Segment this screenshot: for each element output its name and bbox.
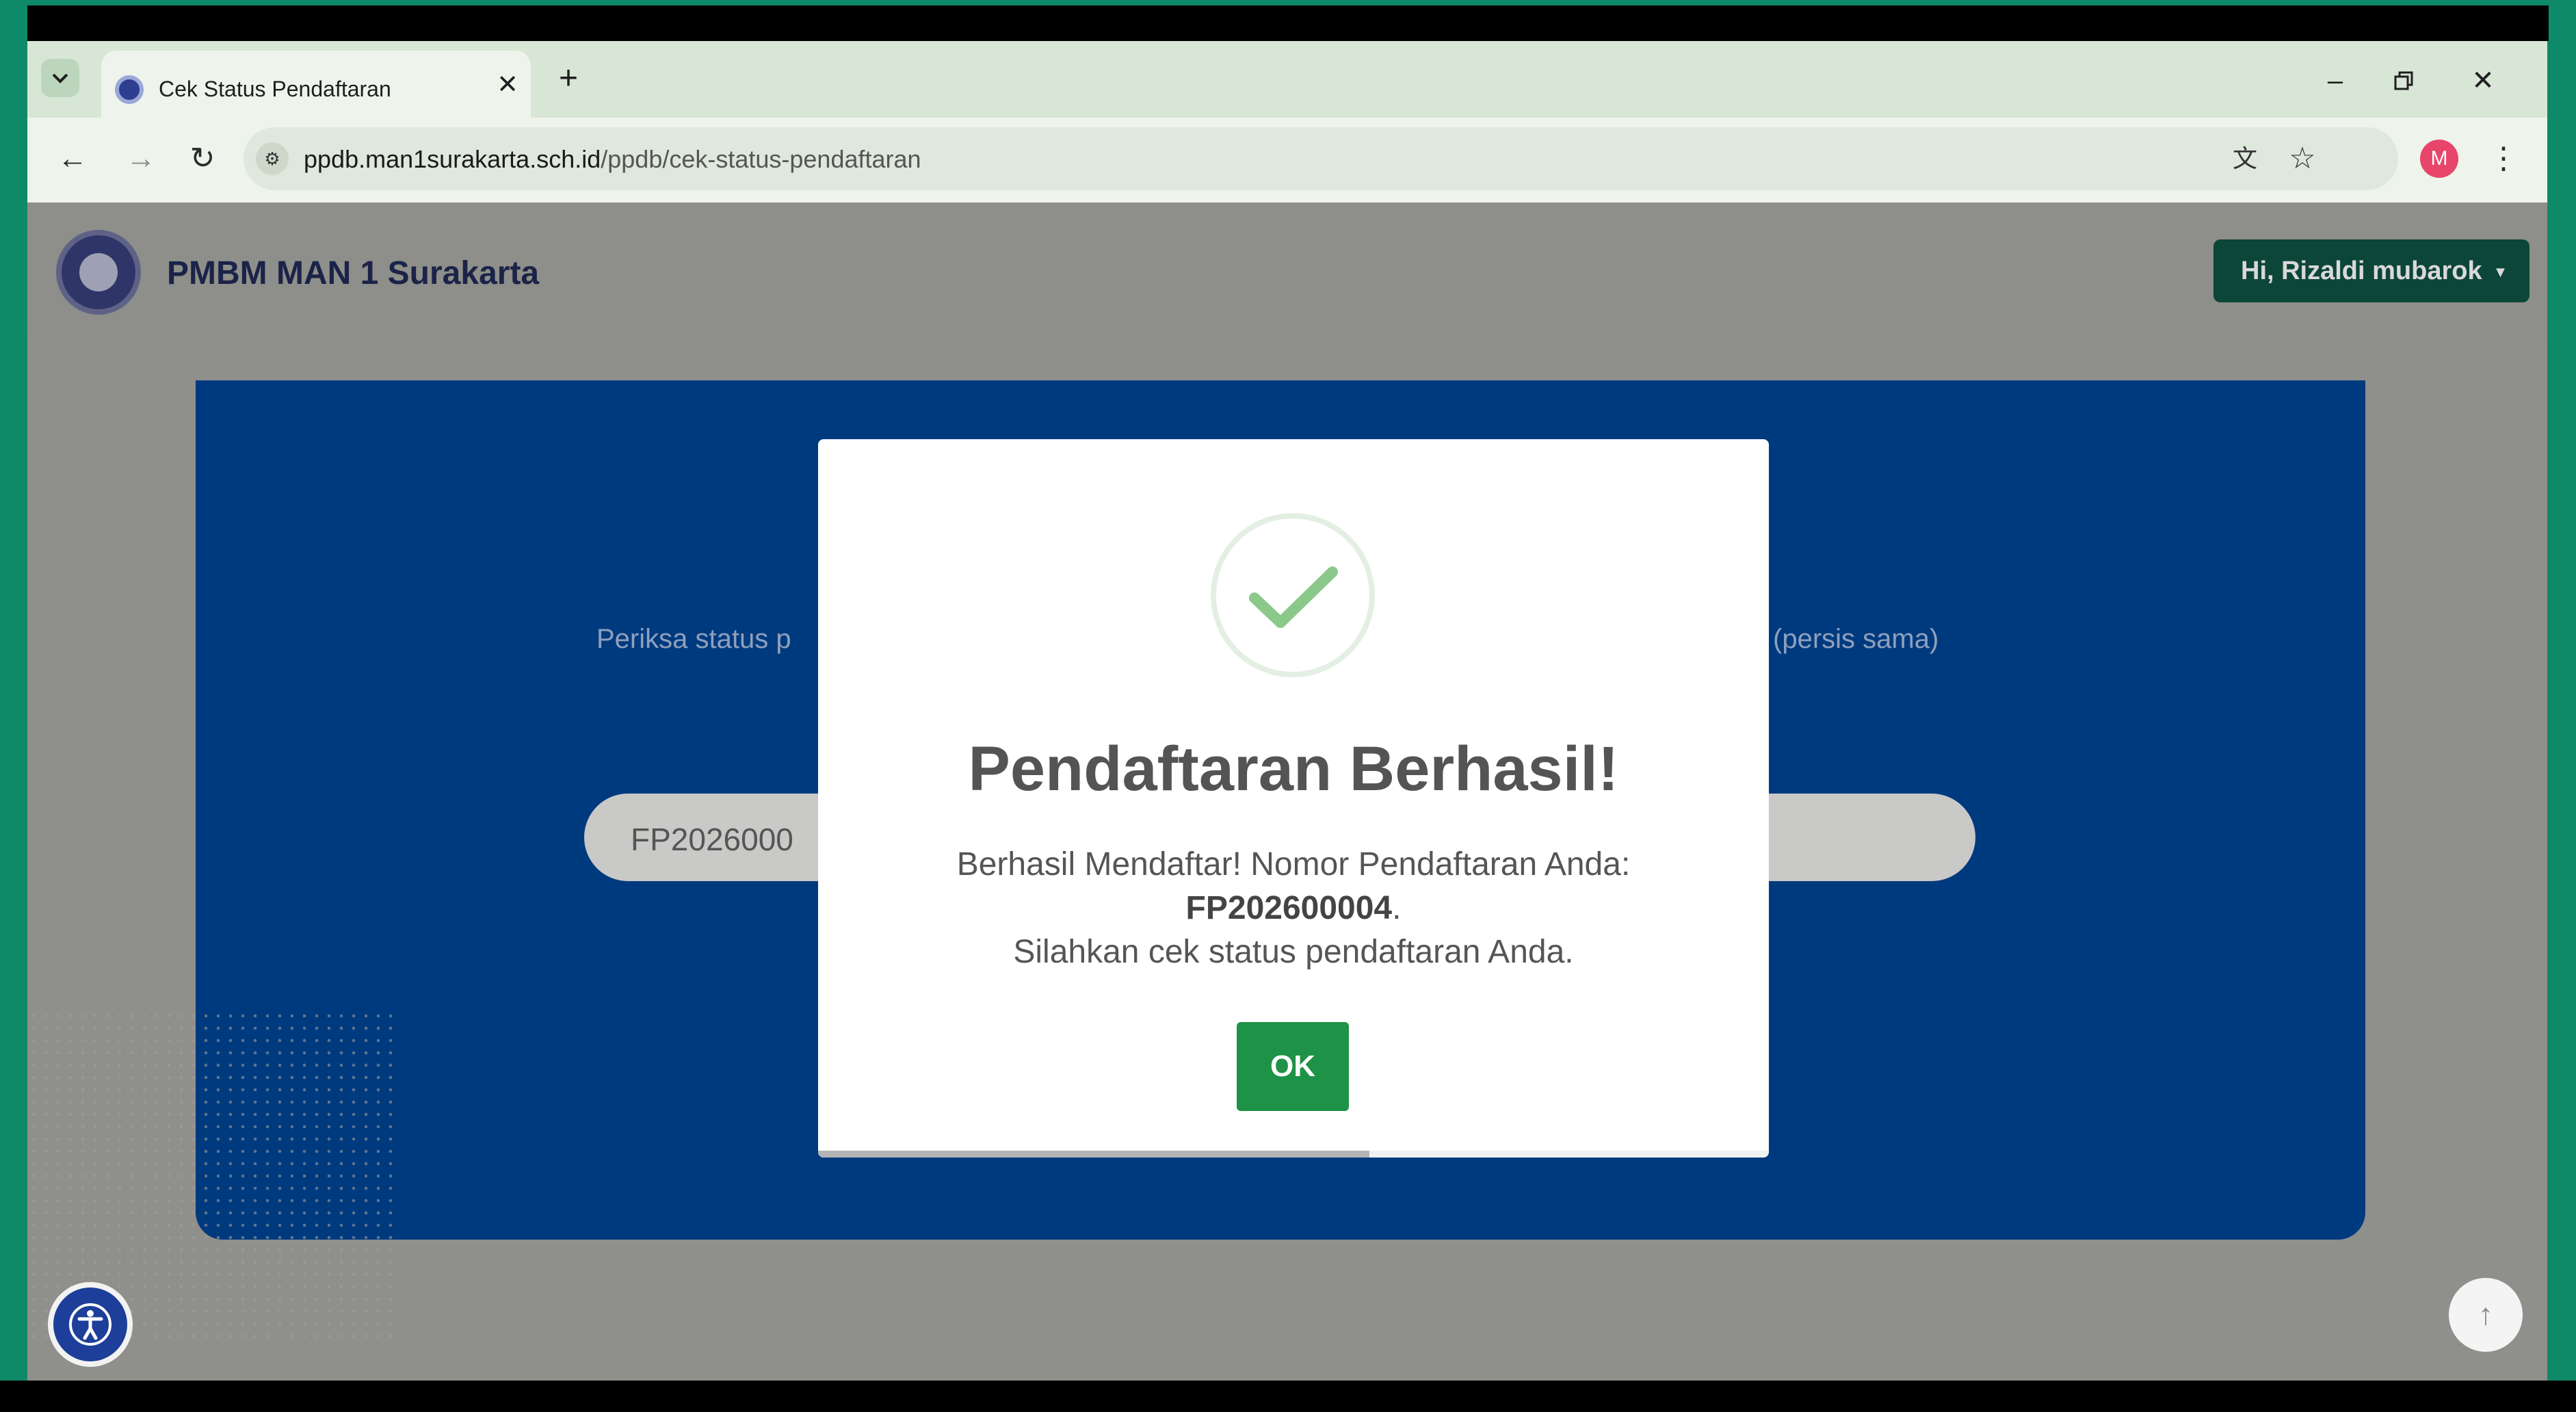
check-icon xyxy=(1249,566,1338,628)
success-dialog: Pendaftaran Berhasil! Berhasil Mendaftar… xyxy=(818,439,1769,1158)
timer-progress-bar xyxy=(818,1151,1370,1158)
arrow-left-icon[interactable]: ← xyxy=(52,138,93,179)
scroll-top-button[interactable]: ↑ xyxy=(2449,1278,2523,1352)
tab-strip: Cek Status Pendaftaran ✕ + – ✕ xyxy=(27,41,2547,118)
school-emblem-icon xyxy=(115,75,144,104)
registration-number: FP202600004 xyxy=(1185,890,1393,926)
plus-icon[interactable]: + xyxy=(551,62,586,96)
panel-description-tail: (persis sama) xyxy=(1773,624,1939,654)
site-navbar: PMBM MAN 1 Surakarta Hi, Rizaldi mubarok… xyxy=(27,202,2547,339)
dialog-message: Berhasil Mendaftar! Nomor Pendaftaran An… xyxy=(956,846,1631,970)
ok-button[interactable]: OK xyxy=(1237,1022,1349,1111)
tab-search-button[interactable] xyxy=(41,59,79,97)
tab-active[interactable]: Cek Status Pendaftaran ✕ xyxy=(101,51,531,118)
tune-icon[interactable]: ⚙ xyxy=(256,142,289,175)
dialog-title: Pendaftaran Berhasil! xyxy=(968,734,1619,804)
frame-right xyxy=(2547,41,2576,1381)
url-text[interactable]: ppdb.man1surakarta.sch.id/ppdb/cek-statu… xyxy=(304,145,921,174)
accessibility-icon xyxy=(69,1303,111,1346)
kebab-icon[interactable]: ⋮ xyxy=(2488,138,2519,179)
translate-icon[interactable]: 文 xyxy=(2226,140,2264,178)
restore-icon[interactable] xyxy=(2383,60,2424,101)
bottom-frame xyxy=(0,1381,2576,1412)
auto-close-timer xyxy=(818,1151,1769,1158)
arrow-up-icon: ↑ xyxy=(2478,1298,2493,1331)
address-bar[interactable]: ⚙ ppdb.man1surakarta.sch.id/ppdb/cek-sta… xyxy=(244,127,2398,190)
chevron-down-icon xyxy=(52,73,68,83)
accessibility-button[interactable] xyxy=(48,1282,133,1367)
close-window-icon[interactable]: ✕ xyxy=(2462,60,2503,101)
school-logo[interactable] xyxy=(56,230,141,315)
profile-avatar[interactable]: M xyxy=(2420,140,2458,178)
tab-title: Cek Status Pendaftaran xyxy=(159,77,391,101)
frame-left xyxy=(0,41,27,1381)
reload-icon[interactable]: ↻ xyxy=(182,138,223,179)
minimize-icon[interactable]: – xyxy=(2315,60,2356,101)
top-frame xyxy=(0,0,2576,41)
arrow-right-icon[interactable]: → xyxy=(120,138,161,179)
browser-window: Cek Status Pendaftaran ✕ + – ✕ ← → ↻ ⚙ p… xyxy=(27,41,2547,1381)
user-menu-button[interactable]: Hi, Rizaldi mubarok ▼ xyxy=(2213,239,2529,302)
site-brand[interactable]: PMBM MAN 1 Surakarta xyxy=(167,254,539,292)
star-icon[interactable]: ☆ xyxy=(2283,140,2322,178)
panel-description: Periksa status p xyxy=(596,624,791,654)
close-icon[interactable]: ✕ xyxy=(492,70,523,100)
success-icon-ring xyxy=(1211,513,1375,677)
browser-toolbar: ← → ↻ ⚙ ppdb.man1surakarta.sch.id/ppdb/c… xyxy=(27,118,2547,202)
